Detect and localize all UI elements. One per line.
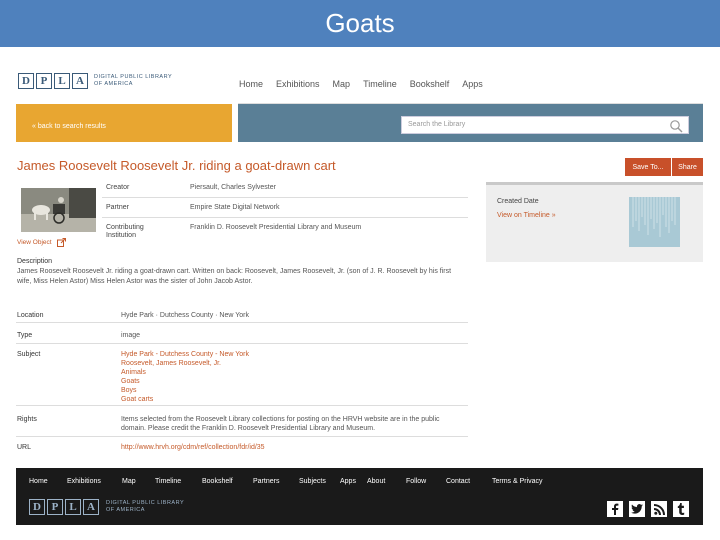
description-label: Description <box>17 258 53 265</box>
detail-row-subject: Subject Hyde Park - Dutchess County - Ne… <box>16 350 468 406</box>
nav-exhibitions[interactable]: Exhibitions <box>276 79 320 89</box>
logo-line-1: DIGITAL PUBLIC LIBRARY <box>106 500 185 506</box>
rights-line: domain. Please credit the Franklin D. Ro… <box>121 425 376 432</box>
nav-apps[interactable]: Apps <box>462 79 483 89</box>
dpla-screenshot: D P L A DIGITAL PUBLIC LIBRARY OF AMERIC… <box>16 60 703 525</box>
logo-line-2: OF AMERICA <box>94 81 133 87</box>
footer-link-bookshelf[interactable]: Bookshelf <box>202 478 253 485</box>
twitter-icon[interactable] <box>629 501 645 517</box>
view-object-label: View Object <box>17 239 52 246</box>
detail-row-rights: Rights Items selected from the Roosevelt… <box>16 415 468 437</box>
detail-value: image <box>121 332 141 339</box>
logo-letter-a: A <box>83 499 99 515</box>
nav-home[interactable]: Home <box>239 79 263 89</box>
created-date-title: Created Date <box>497 198 539 205</box>
subject-link[interactable]: Goats <box>121 377 140 386</box>
nav-bookshelf[interactable]: Bookshelf <box>410 79 450 89</box>
detail-label: Type <box>17 332 33 339</box>
meta-value: Franklin D. Roosevelt Presidential Libra… <box>190 224 362 231</box>
dpla-logo[interactable]: D P L A DIGITAL PUBLIC LIBRARY OF AMERIC… <box>18 73 172 89</box>
meta-value: Piersault, Charles Sylvester <box>190 184 276 191</box>
subject-link[interactable]: Roosevelt, James Roosevelt, Jr. <box>121 359 221 368</box>
save-to-button[interactable]: Save To... <box>625 158 671 176</box>
meta-label: Partner <box>106 204 129 211</box>
timeline-sparkline[interactable] <box>629 197 680 247</box>
item-thumbnail[interactable] <box>21 188 96 232</box>
detail-value: Hyde Park · Dutchess County · New York <box>121 312 249 319</box>
detail-label: URL <box>17 444 32 451</box>
meta-value: Empire State Digital Network <box>190 204 280 211</box>
meta-row-contributing-institution: Contributing Institution Franklin D. Roo… <box>102 224 468 244</box>
top-nav: Home Exhibitions Map Timeline Bookshelf … <box>239 79 496 89</box>
slide-title: Goats <box>325 8 395 38</box>
detail-row-location: Location Hyde Park · Dutchess County · N… <box>16 311 468 323</box>
view-on-timeline-link[interactable]: View on Timeline » <box>497 212 556 219</box>
meta-label: Creator <box>106 184 130 191</box>
source-url-link[interactable]: http://www.hrvh.org/cdm/ref/collection/f… <box>121 443 265 452</box>
logo-letter-p: P <box>36 73 52 89</box>
footer-link-about[interactable]: About <box>367 478 406 485</box>
subject-link[interactable]: Animals <box>121 368 146 377</box>
search-banner: Search the Library <box>238 104 703 142</box>
logo-letter-a: A <box>72 73 88 89</box>
nav-map[interactable]: Map <box>333 79 351 89</box>
footer-link-apps[interactable]: Apps <box>340 478 367 485</box>
nav-timeline[interactable]: Timeline <box>363 79 397 89</box>
logo-letter-d: D <box>18 73 34 89</box>
description-text: James Roosevelt Roosevelt Jr. riding a g… <box>17 268 452 285</box>
view-object-link[interactable]: View Object <box>17 238 66 247</box>
search-icon[interactable] <box>669 119 683 138</box>
detail-label: Subject <box>17 351 41 358</box>
detail-label: Location <box>17 312 44 319</box>
footer-link-timeline[interactable]: Timeline <box>155 478 202 485</box>
slide-title-bar: Goats <box>0 0 720 47</box>
back-banner: « back to search results <box>16 104 232 142</box>
item-title: James Roosevelt Roosevelt Jr. riding a g… <box>17 158 336 173</box>
logo-letter-l: L <box>65 499 81 515</box>
subject-link[interactable]: Boys <box>121 386 137 395</box>
subject-link[interactable]: Hyde Park - Dutchess County - New York <box>121 350 249 359</box>
footer-link-exhibitions[interactable]: Exhibitions <box>67 478 122 485</box>
subject-link[interactable]: Goat carts <box>121 395 153 404</box>
footer-logo-text: DIGITAL PUBLIC LIBRARY OF AMERICA <box>106 500 184 514</box>
logo-letter-p: P <box>47 499 63 515</box>
rss-icon[interactable] <box>651 501 667 517</box>
created-date-panel: Created Date View on Timeline » <box>486 182 703 262</box>
share-button[interactable]: Share <box>672 158 703 176</box>
footer-link-terms[interactable]: Terms & Privacy <box>492 478 552 485</box>
footer-link-map[interactable]: Map <box>122 478 155 485</box>
footer-dpla-logo[interactable]: D P L A DIGITAL PUBLIC LIBRARY OF AMERIC… <box>29 499 184 515</box>
meta-row-partner: Partner Empire State Digital Network <box>102 204 468 218</box>
logo-text: DIGITAL PUBLIC LIBRARY OF AMERICA <box>94 74 172 88</box>
external-link-icon <box>56 238 66 247</box>
footer-nav: Home Exhibitions Map Timeline Bookshelf … <box>29 478 552 485</box>
footer-link-partners[interactable]: Partners <box>253 478 299 485</box>
tumblr-icon[interactable] <box>673 501 689 517</box>
search-placeholder: Search the Library <box>408 121 466 128</box>
footer-link-subjects[interactable]: Subjects <box>299 478 340 485</box>
site-header: D P L A DIGITAL PUBLIC LIBRARY OF AMERIC… <box>16 70 703 104</box>
logo-line-2: OF AMERICA <box>106 507 145 513</box>
rights-line: Items selected from the Roosevelt Librar… <box>121 416 440 423</box>
footer-link-home[interactable]: Home <box>29 478 67 485</box>
logo-line-1: DIGITAL PUBLIC LIBRARY <box>94 74 173 80</box>
detail-row-url: URL http://www.hrvh.org/cdm/ref/collecti… <box>16 443 468 455</box>
footer-link-contact[interactable]: Contact <box>446 478 492 485</box>
logo-letter-d: D <box>29 499 45 515</box>
search-input[interactable]: Search the Library <box>401 116 689 134</box>
footer-link-follow[interactable]: Follow <box>406 478 446 485</box>
detail-label: Rights <box>17 416 37 423</box>
meta-row-creator: Creator Piersault, Charles Sylvester <box>102 184 468 198</box>
site-footer: Home Exhibitions Map Timeline Bookshelf … <box>16 468 703 525</box>
back-to-results-link[interactable]: « back to search results <box>32 123 106 130</box>
meta-label: Contributing Institution <box>106 224 144 239</box>
logo-letter-l: L <box>54 73 70 89</box>
detail-row-type: Type image <box>16 331 468 344</box>
facebook-icon[interactable] <box>607 501 623 517</box>
